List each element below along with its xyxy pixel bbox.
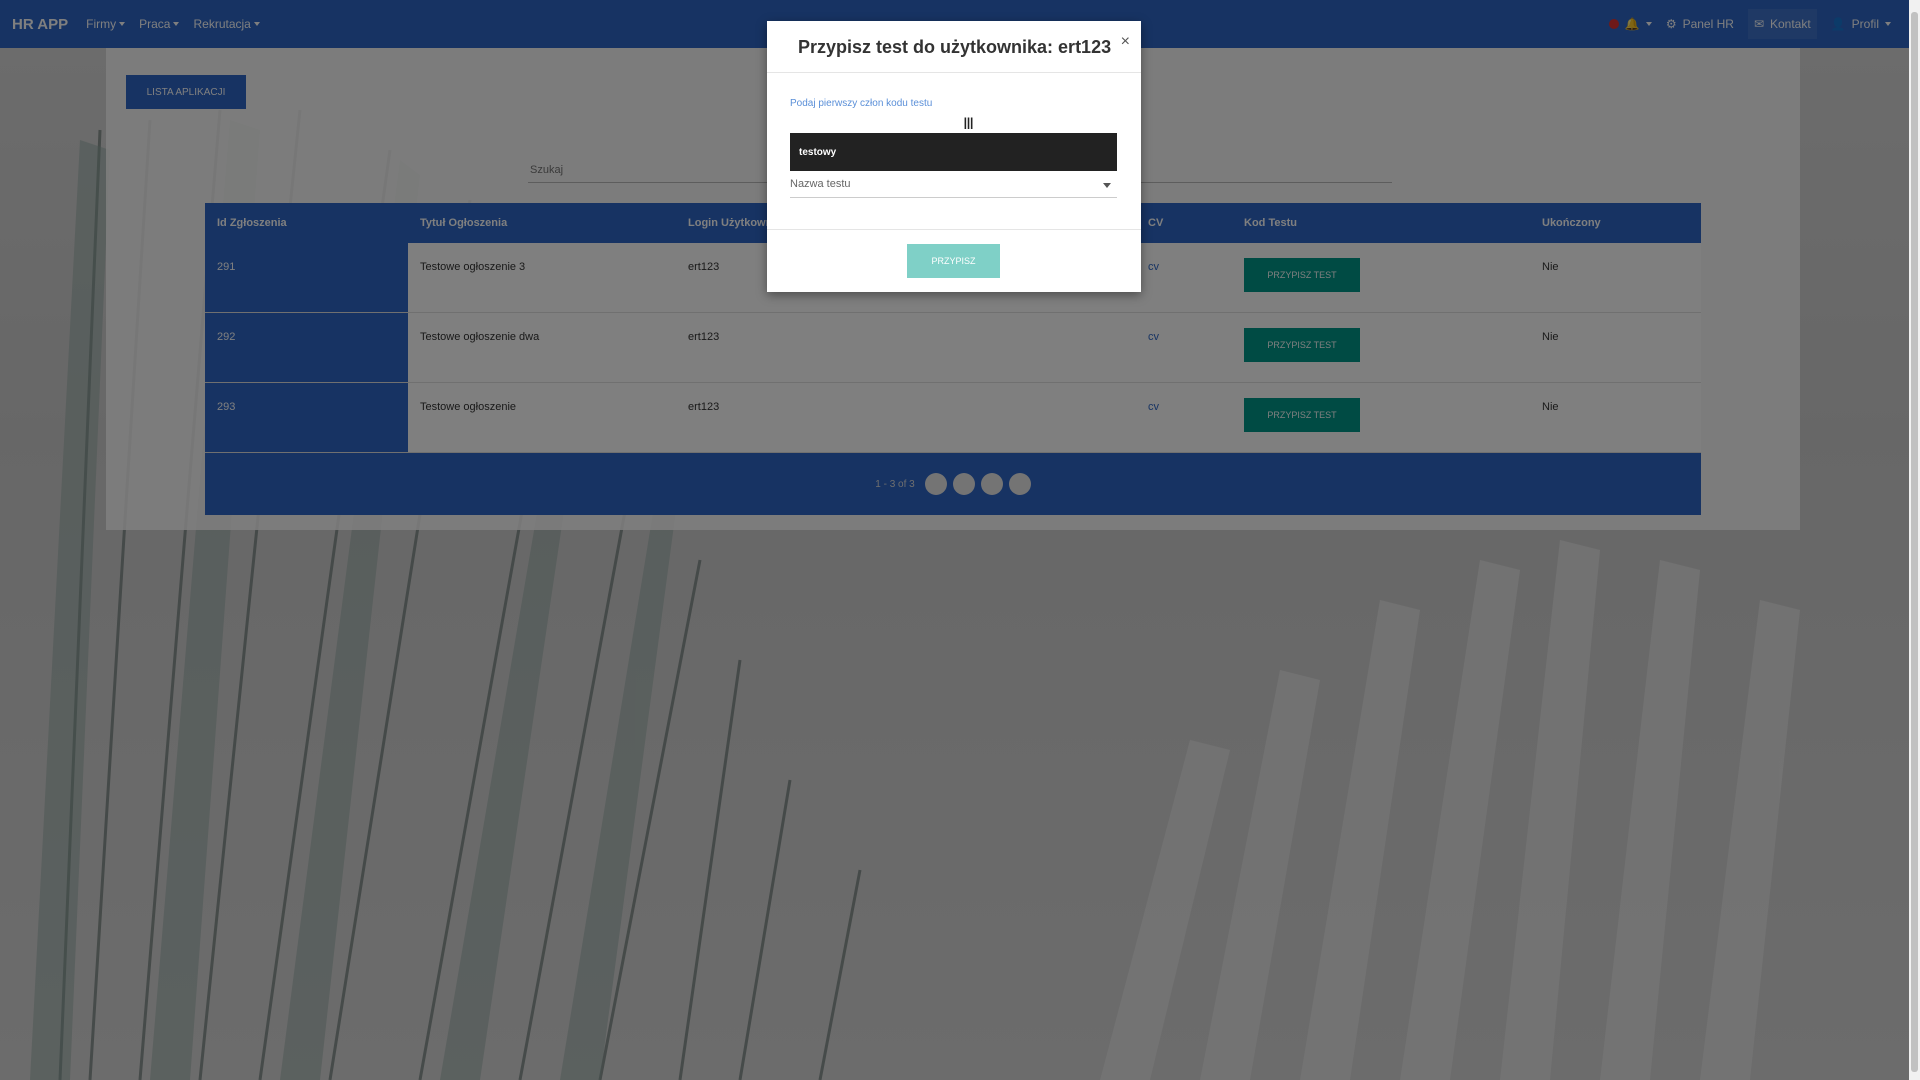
scrollbar-thumb[interactable] [1911, 12, 1918, 1072]
page-scrollbar[interactable] [1909, 0, 1920, 1080]
test-code-input[interactable] [790, 133, 1117, 171]
chevron-down-icon [1103, 183, 1111, 188]
test-name-select[interactable]: Nazwa testu [790, 178, 1117, 198]
modal-header: Przypisz test do użytkownika: ert123 × [767, 21, 1141, 73]
modal-title: Przypisz test do użytkownika: ert123 [798, 37, 1112, 57]
close-icon[interactable]: × [1121, 33, 1130, 51]
przypisz-submit-button[interactable]: PRZYPISZ [907, 244, 1000, 278]
assign-test-modal: Przypisz test do użytkownika: ert123 × P… [767, 21, 1141, 292]
modal-divider [767, 229, 1141, 230]
text-cursor-icon: Ⅲ [963, 114, 975, 133]
test-name-placeholder: Nazwa testu [790, 178, 851, 190]
test-code-label: Podaj pierwszy człon kodu testu [790, 98, 933, 109]
